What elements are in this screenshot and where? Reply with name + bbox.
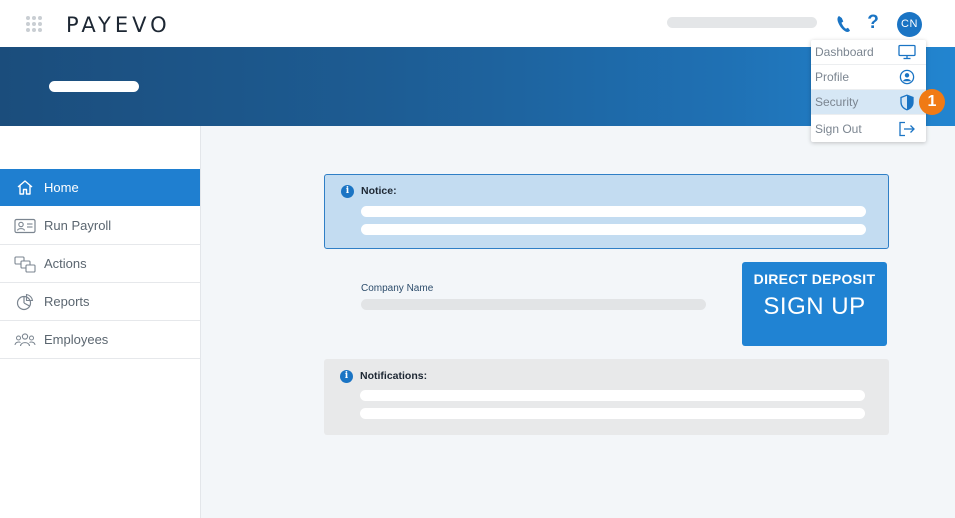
notice-text-placeholder [361, 224, 866, 235]
sidebar-item-label: Run Payroll [44, 218, 112, 233]
sidebar-item-label: Reports [44, 294, 90, 309]
menu-item-label: Sign Out [815, 121, 862, 136]
shield-icon [897, 93, 917, 111]
logo[interactable]: PAYEVO [66, 13, 171, 37]
phone-icon[interactable] [835, 14, 853, 34]
direct-deposit-signup-button[interactable]: DIRECT DEPOSIT SIGN UP [742, 262, 887, 346]
menu-item-dashboard[interactable]: Dashboard [811, 40, 926, 65]
sidebar-item-run-payroll[interactable]: Run Payroll [0, 207, 200, 245]
info-icon: i [341, 185, 354, 198]
home-icon [14, 179, 36, 197]
banner-title-placeholder [49, 81, 139, 92]
notification-text-placeholder [360, 390, 865, 401]
reports-icon [14, 293, 36, 311]
sidebar-item-home[interactable]: Home [0, 169, 200, 206]
notice-title: Notice: [361, 185, 397, 197]
apps-grid-icon[interactable] [26, 16, 42, 32]
actions-icon [14, 255, 36, 273]
menu-item-sign-out[interactable]: Sign Out [811, 116, 926, 141]
sign-out-icon [897, 120, 917, 138]
sidebar-item-label: Employees [44, 332, 109, 347]
sidebar-item-actions[interactable]: Actions [0, 245, 200, 283]
sidebar-item-reports[interactable]: Reports [0, 283, 200, 321]
sidebar-item-employees[interactable]: Employees [0, 321, 200, 359]
menu-item-profile[interactable]: Profile [811, 65, 926, 90]
menu-item-label: Security [815, 95, 859, 109]
notice-box: i Notice: [324, 174, 889, 249]
monitor-icon [897, 43, 917, 61]
payroll-icon [14, 217, 36, 235]
notification-text-placeholder [360, 408, 865, 419]
notifications-box: i Notifications: [324, 359, 889, 435]
sidebar: Home Run Payroll Actions Reports Employe… [0, 126, 201, 518]
info-icon: i [340, 370, 353, 383]
help-icon[interactable]: ? [864, 11, 882, 35]
employees-icon [14, 331, 36, 349]
search-placeholder[interactable] [667, 17, 817, 28]
sidebar-item-label: Home [44, 180, 79, 195]
notice-text-placeholder [361, 206, 866, 217]
user-menu: Dashboard Profile Security Sign Out [811, 40, 926, 142]
notifications-title: Notifications: [360, 370, 428, 382]
step-badge: 1 [919, 89, 945, 115]
sign-up-label: SIGN UP [763, 293, 866, 320]
direct-deposit-label: DIRECT DEPOSIT [753, 271, 876, 287]
company-name-label: Company Name [361, 283, 434, 294]
menu-item-label: Dashboard [815, 45, 874, 59]
avatar[interactable]: CN [897, 12, 922, 37]
company-name-placeholder [361, 299, 706, 310]
menu-item-security[interactable]: Security [811, 90, 926, 115]
sidebar-item-label: Actions [44, 256, 87, 271]
user-circle-icon [897, 68, 917, 86]
menu-item-label: Profile [815, 70, 850, 84]
